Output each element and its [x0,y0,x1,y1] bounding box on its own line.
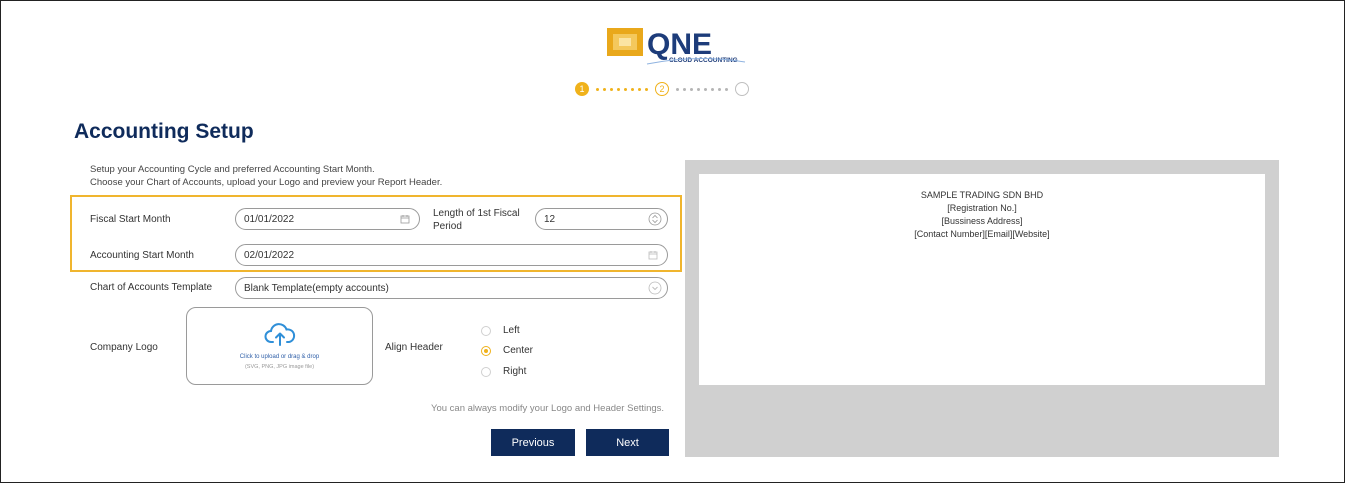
align-right-label: Right [503,366,527,377]
first-fiscal-period-label-line: Period [433,221,462,232]
first-fiscal-period-label-line: Length of 1st Fiscal [433,208,520,219]
calendar-icon[interactable] [648,250,658,260]
align-left-label: Left [503,325,520,336]
preview-contact: [Contact Number][Email][Website] [914,229,1050,239]
next-button[interactable]: Next [586,429,669,456]
fiscal-start-month-field[interactable]: 01/01/2022 [235,208,420,230]
accounting-start-month-label: Accounting Start Month [90,250,194,261]
step-2: 2 [655,82,669,96]
settings-note: You can always modify your Logo and Head… [431,403,665,414]
logo-upload-dropzone[interactable]: Click to upload or drag & drop (SVG, PNG… [186,307,373,385]
page-title: Accounting Setup [74,120,254,143]
accounting-start-month-field[interactable]: 02/01/2022 [235,244,668,266]
chart-of-accounts-label: Chart of Accounts Template [90,282,213,293]
first-fiscal-period-stepper[interactable]: 12 [535,208,668,230]
qne-logo: QNE CLOUD ACCOUNTING [607,24,747,66]
step-connector [596,87,648,91]
align-center-radio[interactable]: Center [481,345,533,356]
chevron-down-icon[interactable] [648,281,662,295]
align-center-label: Center [503,345,534,356]
step-1: 1 [575,82,589,96]
step-connector [676,87,728,91]
align-right-radio[interactable]: Right [481,366,526,377]
chart-of-accounts-value: Blank Template(empty accounts) [244,282,389,294]
first-fiscal-period-label: Length of 1st Fiscal Period [433,207,520,233]
accounting-start-month-value: 02/01/2022 [244,249,295,261]
company-logo-label: Company Logo [90,342,158,353]
upload-instruction: Click to upload or drag & drop [239,354,320,360]
previous-button[interactable]: Previous [491,429,575,456]
preview-company-name: SAMPLE TRADING SDN BHD [920,190,1044,200]
upload-hint: (SVG, PNG, JPG image file) [244,364,315,370]
description-line: Setup your Accounting Cycle and preferre… [90,164,375,175]
fiscal-start-month-value: 01/01/2022 [244,213,295,225]
preview-registration: [Registration No.] [947,203,1017,213]
align-header-label: Align Header [385,342,443,353]
radio-circle [481,345,491,356]
step-3 [735,82,749,96]
preview-address: [Bussiness Address] [941,216,1023,226]
chart-of-accounts-select[interactable]: Blank Template(empty accounts) [235,277,668,299]
radio-circle [481,366,491,377]
first-fiscal-period-value: 12 [544,213,556,225]
fiscal-start-month-label: Fiscal Start Month [90,214,171,225]
description-line: Choose your Chart of Accounts, upload yo… [90,177,443,188]
cloud-upload-icon [264,323,296,346]
spinner-icon[interactable] [648,212,662,226]
setup-stepper: 1 2 [575,80,749,98]
radio-circle [481,325,491,336]
report-preview-paper: SAMPLE TRADING SDN BHD [Registration No.… [699,174,1265,385]
page-description: Setup your Accounting Cycle and preferre… [90,163,442,189]
align-left-radio[interactable]: Left [481,325,520,336]
calendar-icon[interactable] [400,214,410,224]
